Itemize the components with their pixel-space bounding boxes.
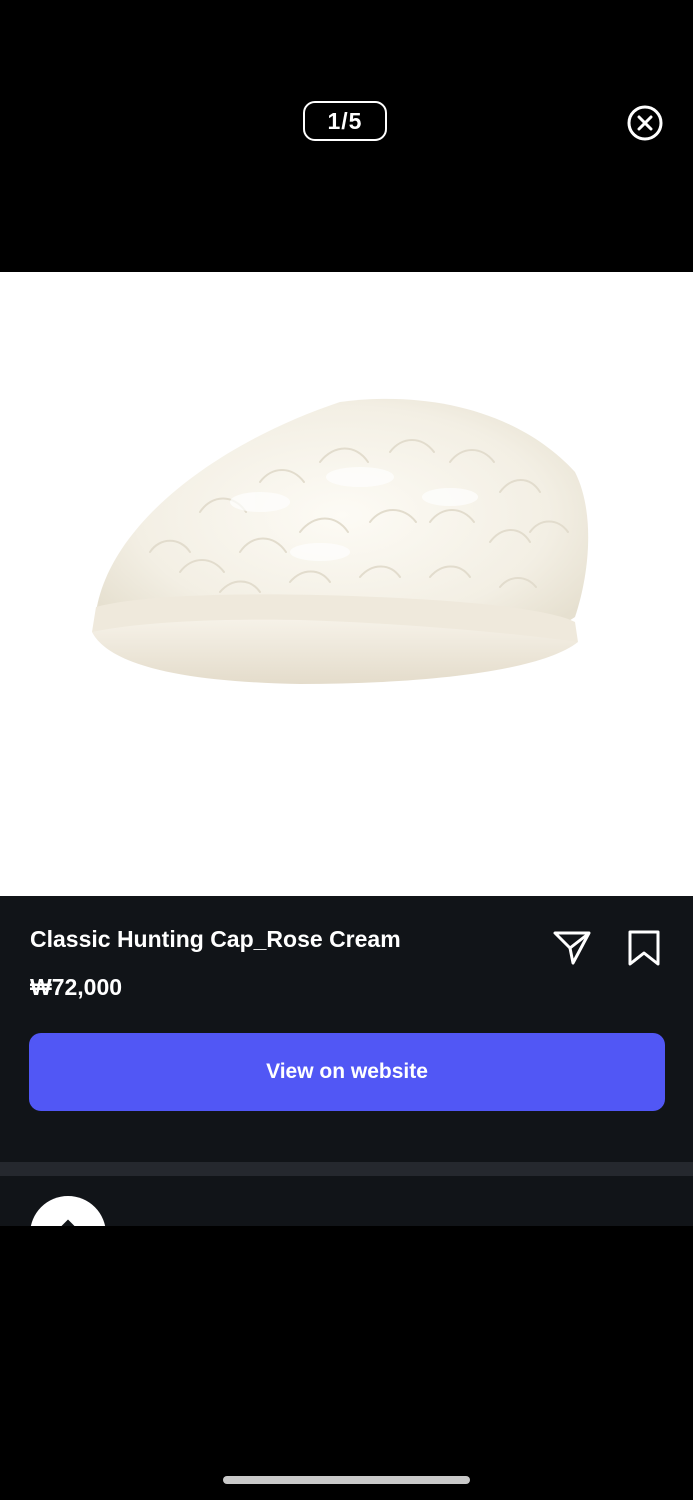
product-price: ₩72,000 — [30, 974, 123, 1000]
hunting-cap-image — [92, 398, 589, 684]
viewer-header: 1/5 — [0, 0, 693, 272]
page-counter: 1/5 — [303, 101, 387, 141]
bottom-safe-area — [0, 1226, 693, 1500]
home-indicator[interactable] — [223, 1476, 470, 1484]
close-button[interactable] — [626, 104, 664, 142]
bookmark-icon — [628, 930, 660, 966]
product-info-panel: Classic Hunting Cap_Rose Cream ₩72,000 V… — [0, 896, 693, 1162]
send-icon — [553, 931, 591, 965]
close-circle-icon — [627, 105, 663, 141]
next-post-preview[interactable] — [0, 1176, 693, 1226]
bookmark-button[interactable] — [625, 928, 663, 968]
product-image[interactable] — [0, 272, 693, 896]
share-button[interactable] — [552, 928, 592, 968]
product-title: Classic Hunting Cap_Rose Cream — [30, 926, 401, 952]
view-on-website-button[interactable]: View on website — [29, 1033, 665, 1111]
section-divider — [0, 1162, 693, 1176]
